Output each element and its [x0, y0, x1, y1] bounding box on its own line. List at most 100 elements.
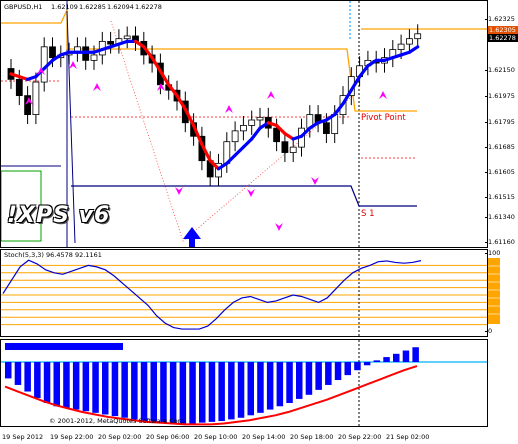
price-tick: 1.62150 [485, 66, 515, 74]
chart-symbol: GBPUSD,H1 [4, 3, 43, 11]
macd-histogram-bar [266, 362, 274, 410]
arrow-down-icon [175, 187, 183, 195]
macd-histogram-bar [53, 362, 60, 407]
candle-body [248, 119, 256, 126]
macd-histogram-bar [92, 362, 99, 413]
macd-histogram-bar [5, 362, 12, 379]
price-tick: 1.61340 [485, 213, 515, 221]
macd-bar-strip [5, 343, 123, 350]
macd-histogram-bar [247, 362, 254, 416]
s1-label: S 1 [361, 209, 375, 219]
arrow-up-icon [267, 91, 275, 99]
time-label: 20 Sep 02:00 [98, 433, 142, 441]
macd-histogram-bar [131, 362, 138, 420]
stoch-axis-min: 0 [484, 327, 493, 335]
macd-histogram-bar [43, 362, 51, 403]
macd-histogram-bar [344, 362, 351, 376]
stoch-levels-block [488, 258, 500, 324]
macd-histogram-bar [102, 362, 109, 415]
ask-price-tag: 1.62305 [488, 26, 518, 34]
arrow-down-icon [311, 177, 319, 185]
arrow-up-icon [225, 105, 233, 113]
macd-histogram-bar [354, 362, 361, 371]
time-label: 20 Sep 10:00 [194, 433, 238, 441]
trend-line-segment [407, 45, 420, 54]
macd-histogram-bar [334, 362, 342, 381]
stochastic-label: Stoch(5,3,3) 96.4578 92.1161 [4, 251, 102, 259]
macd-histogram-bar [24, 362, 31, 392]
macd-histogram-bar [121, 362, 128, 418]
price-tick: 1.62325 [485, 15, 515, 23]
pivot-point-label: Pivot Point [361, 113, 406, 123]
macd-histogram-bar [169, 362, 177, 425]
price-tick: 1.61975 [485, 92, 515, 100]
price-chart-pane[interactable]: GBPUSD,H1 1.62109 1.62285 1.62094 1.6227… [0, 0, 488, 248]
macd-chart[interactable] [1, 340, 488, 427]
candle-body [49, 46, 56, 59]
time-label: 21 Sep 02:00 [386, 433, 430, 441]
price-tick: 1.61160 [485, 238, 515, 246]
macd-histogram-bar [72, 362, 80, 410]
macd-histogram-bar [237, 362, 245, 418]
price-tick: 1.61605 [485, 168, 515, 176]
macd-histogram-bar [82, 362, 90, 412]
ohlc-open: 1.62109 [51, 3, 78, 11]
macd-histogram-bar [34, 362, 41, 399]
trend-line-segment [250, 126, 262, 141]
macd-histogram-bar [189, 362, 196, 424]
candle-body [322, 122, 330, 134]
macd-histogram-bar [325, 362, 332, 385]
time-label: 20 Sep 06:00 [146, 433, 190, 441]
trend-line-segment [241, 137, 254, 149]
bid-price-tag: 1.62278 [488, 34, 518, 42]
candle-body [256, 116, 264, 121]
stochastic-chart[interactable] [1, 250, 488, 337]
macd-histogram-bar [383, 357, 390, 362]
time-label: 20 Sep 14:00 [242, 433, 286, 441]
price-axis[interactable]: 1.62325 1.62305 1.62278 1.62150 1.61975 … [484, 0, 518, 430]
macd-histogram-bar [140, 362, 148, 422]
candle-body [281, 141, 289, 153]
arrow-down-icon [247, 189, 255, 197]
indicator-watermark: !XPS v6 [7, 203, 111, 228]
ohlc-close: 1.62278 [135, 3, 162, 11]
macd-histogram-bar [296, 362, 303, 399]
time-label: 19 Sep 22:00 [50, 433, 94, 441]
trend-line-segment [233, 145, 245, 157]
macd-histogram-bar [150, 362, 157, 423]
candle-body [405, 38, 413, 45]
macd-histogram-bar [160, 362, 167, 424]
macd-histogram-bar [179, 362, 187, 425]
ohlc-high: 1.62285 [79, 3, 106, 11]
price-tick: 1.61795 [485, 118, 515, 126]
stoch-axis-max: 100 [484, 249, 501, 257]
macd-histogram-bar [402, 350, 410, 362]
macd-histogram-bar [363, 362, 371, 366]
candle-body [15, 78, 23, 97]
candle-body [123, 35, 131, 40]
candle-body [239, 125, 247, 132]
arrow-up-icon [379, 91, 387, 99]
price-tick: 1.61685 [485, 143, 515, 151]
ohlc-low: 1.62094 [107, 3, 134, 11]
buy-signal-arrow-icon [183, 227, 201, 247]
macd-histogram-bar [286, 362, 293, 403]
support-level [71, 185, 417, 207]
macd-histogram-bar [393, 353, 400, 362]
arrow-up-icon [93, 83, 101, 91]
macd-pane[interactable]: © 2001-2012, MetaQuotes Software Corp. [0, 339, 488, 427]
time-label: 20 Sep 22:00 [338, 433, 382, 441]
macd-histogram-bar [111, 362, 119, 417]
macd-histogram-bar [276, 362, 284, 407]
stochastic-pane[interactable]: Stoch(5,3,3) 96.4578 92.1161 [0, 249, 488, 337]
time-label: 20 Sep 18:00 [290, 433, 334, 441]
macd-histogram-bar [63, 362, 70, 408]
macd-histogram-bar [315, 362, 322, 390]
macd-histogram-bar [412, 347, 419, 362]
candle-body [32, 81, 40, 115]
macd-histogram-bar [218, 362, 225, 422]
macd-histogram-bar [199, 362, 206, 423]
candle-body [414, 33, 422, 40]
candle-body [90, 54, 98, 61]
candle-body [107, 40, 114, 45]
